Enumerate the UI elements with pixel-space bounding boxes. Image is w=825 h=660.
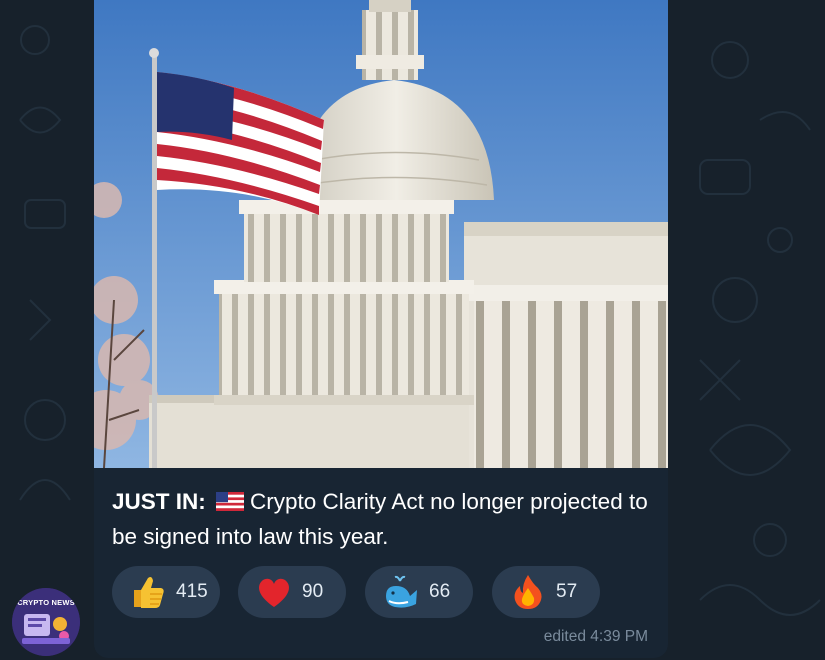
- reaction-thumbs-up[interactable]: 415: [112, 566, 220, 618]
- reaction-fire[interactable]: 57: [492, 566, 600, 618]
- message-photo[interactable]: [94, 0, 668, 468]
- capitol-building-image: [94, 0, 668, 468]
- reaction-count: 90: [302, 581, 324, 602]
- avatar-label: CRYPTO NEWS: [17, 598, 75, 607]
- reaction-heart[interactable]: 90: [238, 566, 346, 618]
- thumbs-up-icon: [134, 577, 164, 608]
- reaction-count: 66: [429, 581, 451, 602]
- message-caption: JUST IN: Crypto Clarity Act no longer pr…: [112, 484, 652, 554]
- reaction-count: 415: [176, 581, 208, 602]
- channel-avatar[interactable]: CRYPTO NEWS: [12, 588, 80, 656]
- red-heart-icon: [259, 578, 289, 607]
- reaction-count: 57: [556, 581, 578, 602]
- message-bubble: JUST IN: Crypto Clarity Act no longer pr…: [94, 0, 668, 658]
- whale-icon: [386, 575, 417, 608]
- reaction-whale[interactable]: 66: [365, 566, 473, 618]
- message-edited-time: edited 4:39 PM: [543, 628, 648, 645]
- us-flag-icon: [216, 492, 245, 511]
- caption-bold-prefix: JUST IN:: [112, 489, 206, 514]
- fire-icon: [514, 575, 542, 609]
